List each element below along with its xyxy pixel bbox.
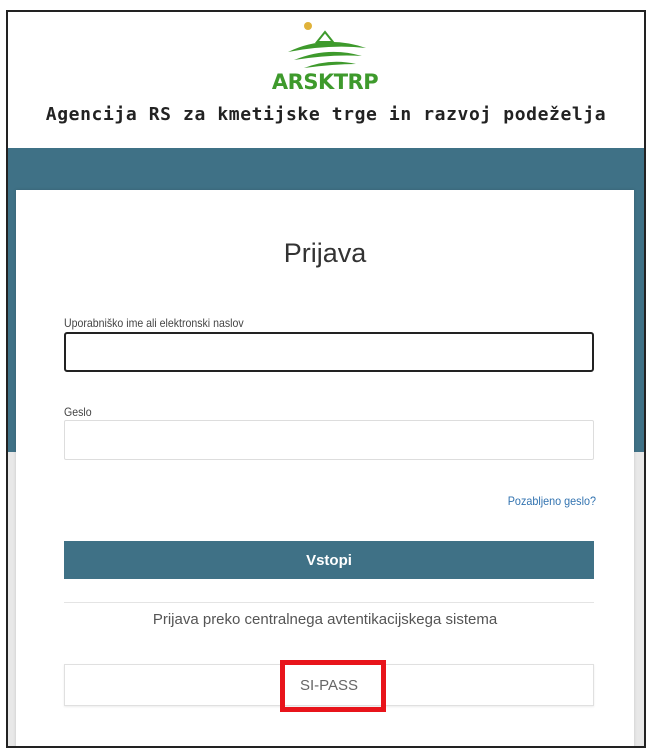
agency-logo: ARSKTRP — [270, 18, 380, 98]
password-input[interactable] — [64, 420, 594, 460]
page-title: Prijava — [283, 238, 367, 268]
username-input[interactable] — [64, 332, 594, 372]
sun-hills-logo-icon — [288, 22, 366, 68]
page-header: ARSKTRP Agencija RS za kmetijske trge in… — [8, 12, 644, 150]
central-auth-text: Prijava preko centralnega avtentikacijsk… — [152, 611, 498, 628]
divider — [64, 602, 594, 603]
sipass-button[interactable]: SI-PASS — [64, 664, 594, 706]
browser-frame: ARSKTRP Agencija RS za kmetijske trge in… — [6, 10, 646, 748]
password-label: Geslo — [64, 405, 92, 419]
login-button[interactable]: Vstopi — [64, 541, 594, 579]
forgot-password-link[interactable]: Pozabljeno geslo? — [452, 494, 596, 508]
username-label: Uporabniško ime ali elektronski naslov — [64, 316, 244, 330]
login-card: Prijava Uporabniško ime ali elektronski … — [16, 190, 634, 746]
logo-wordmark: ARSKTRP — [271, 70, 379, 94]
agency-name: Agencija RS za kmetijske trge in razvoj … — [45, 104, 607, 125]
